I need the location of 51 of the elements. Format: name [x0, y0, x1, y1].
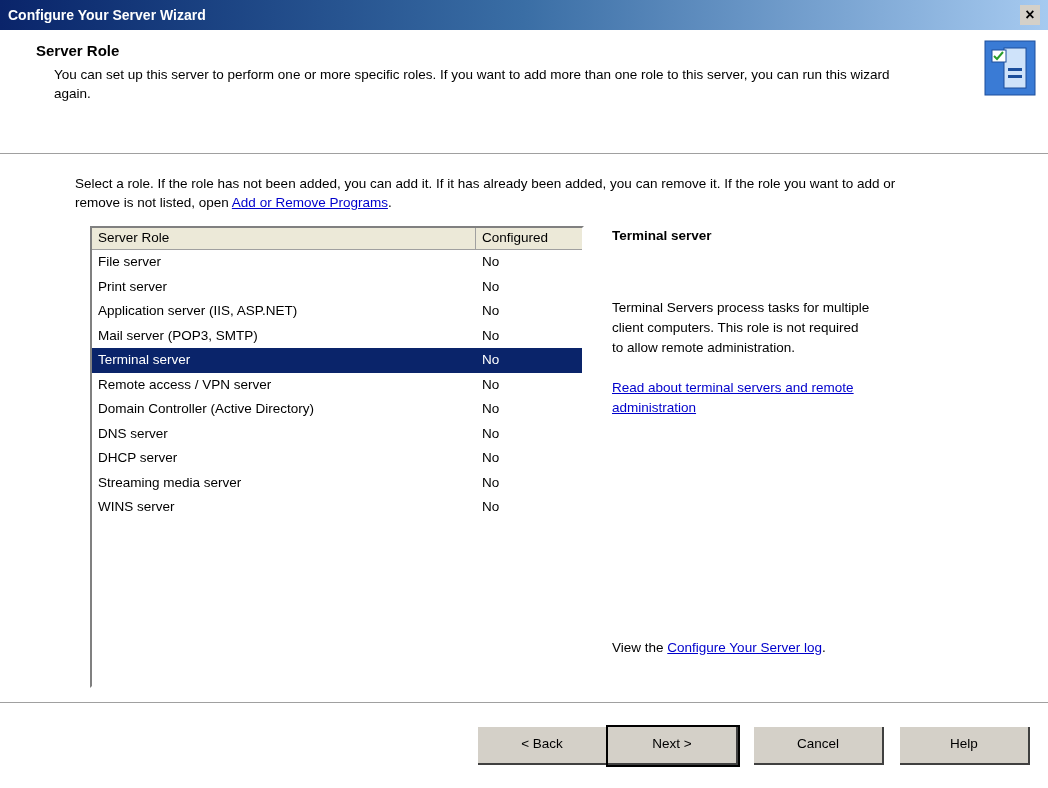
role-title: Terminal server: [612, 227, 713, 245]
close-button[interactable]: ×: [1020, 5, 1040, 25]
list-row[interactable]: Streaming media server No: [92, 470, 582, 495]
wizard-button[interactable]: < Back: [478, 726, 608, 765]
role-name: WINS server: [97, 498, 176, 517]
list-row[interactable]: Domain Controller (Active Directory) No: [92, 397, 582, 422]
role-name: DHCP server: [97, 449, 179, 468]
list-row[interactable]: Application server (IIS, ASP.NET) No: [92, 299, 582, 324]
role-name: Remote access / VPN server: [97, 375, 273, 394]
role-name: Print server: [97, 277, 169, 296]
add-remove-programs-link[interactable]: Add or Remove Programs: [231, 195, 388, 210]
page-title: Server Role: [36, 41, 121, 61]
log-text: View the Configure Your Server log.: [612, 638, 827, 657]
role-name: Terminal server: [97, 351, 192, 370]
page-description: You can set up this server to perform one or more specific roles. If you want to add more than one role to this server, you can run this wizard again.: [53, 65, 891, 103]
list-row[interactable]: Mail server (POP3, SMTP) No: [92, 323, 582, 348]
list-row[interactable]: Terminal server No: [92, 348, 582, 373]
list-row[interactable]: DNS server No: [92, 421, 582, 446]
list-row[interactable]: File server No: [92, 250, 582, 275]
configured-value: No: [481, 277, 501, 296]
configured-value: No: [481, 253, 501, 272]
instructions-text: Select a role. If the role has not been added, you can add it. If it has already been added, you can remove it. If the role you want to add or remove is not listed, open Add or Remove Programs.: [75, 175, 897, 212]
list-row[interactable]: Remote access / VPN server No: [92, 372, 582, 397]
list-row[interactable]: DHCP server No: [92, 446, 582, 471]
column-header[interactable]: Configured: [476, 228, 582, 250]
role-name: File server: [97, 253, 162, 272]
role-name: Application server (IIS, ASP.NET): [97, 302, 299, 321]
configured-value: No: [481, 449, 501, 468]
configured-value: No: [481, 473, 501, 492]
configured-value: No: [481, 375, 501, 394]
role-description: Terminal Servers process tasks for multiple client computers. This role is not required to allow remote administration.: [612, 299, 871, 358]
configured-value: No: [481, 424, 501, 443]
wizard-button[interactable]: Help: [900, 726, 1030, 765]
role-name: Streaming media server: [97, 473, 243, 492]
terminal-servers-link[interactable]: Read about terminal servers and remote administration: [612, 378, 872, 419]
column-header[interactable]: Server Role: [92, 228, 476, 250]
configured-value: No: [481, 498, 501, 517]
list-row[interactable]: Print server No: [92, 274, 582, 299]
window-title: Configure Your Server Wizard: [8, 5, 206, 25]
server-checklist-icon: [984, 40, 1036, 96]
configured-value: No: [481, 351, 501, 370]
wizard-button[interactable]: Cancel: [754, 726, 884, 765]
configured-value: No: [481, 302, 501, 321]
configured-value: No: [481, 400, 501, 419]
list-row[interactable]: WINS server No: [92, 495, 582, 520]
configured-value: No: [481, 326, 501, 345]
role-name: Domain Controller (Active Directory): [97, 400, 316, 419]
wizard-button[interactable]: Next >: [608, 726, 738, 765]
role-name: Mail server (POP3, SMTP): [97, 326, 259, 345]
role-name: DNS server: [97, 424, 169, 443]
server-log-link[interactable]: Configure Your Server log: [667, 639, 822, 655]
